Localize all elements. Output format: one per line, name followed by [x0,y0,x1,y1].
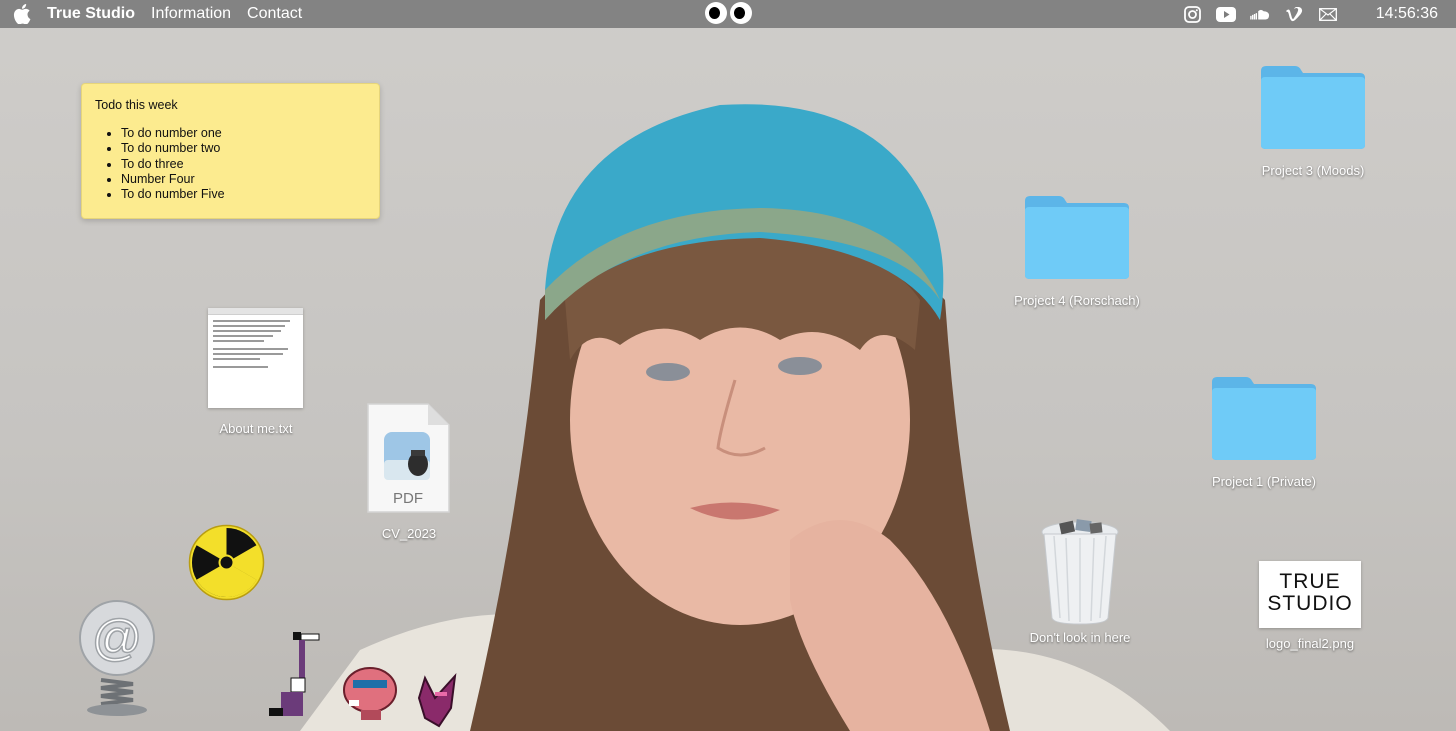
apple-icon[interactable] [13,4,31,24]
vimeo-icon[interactable] [1284,4,1304,24]
about-me-file-icon[interactable] [208,308,303,408]
folder-icon-project-3[interactable] [1259,63,1367,149]
menu-item-information[interactable]: Information [151,4,231,24]
todo-item: To do number Five [121,187,366,202]
logo-file-icon[interactable]: TRUE STUDIO [1259,561,1361,628]
radioactive-icon[interactable] [188,524,265,601]
todo-item: To do three [121,157,366,172]
soundcloud-icon[interactable] [1250,4,1270,24]
todo-item: Number Four [121,172,366,187]
logo-label[interactable]: logo_final2.png [1266,636,1354,651]
youtube-icon[interactable] [1216,4,1236,24]
menu-bar: True Studio Information Contact 14:56:36 [0,0,1456,28]
menu-app-name[interactable]: True Studio [47,4,135,24]
svg-text:@: @ [92,610,143,666]
todo-item: To do number two [121,141,366,156]
menu-clock: 14:56:36 [1375,5,1438,22]
instagram-icon[interactable] [1182,4,1202,24]
mail-spring-icon[interactable]: @ [76,600,158,718]
todo-item: To do number one [121,126,366,141]
cv-label[interactable]: CV_2023 [382,526,436,541]
menu-item-contact[interactable]: Contact [247,4,302,24]
pdf-file-icon[interactable]: PDF [366,402,451,514]
left-eye-icon [705,2,727,24]
googly-eyes-icon [705,2,752,24]
sticky-title: Todo this week [95,98,178,112]
folder-icon-project-1[interactable] [1210,374,1318,460]
pixel-creatures-icon[interactable] [265,628,475,731]
project-3-label[interactable]: Project 3 (Moods) [1262,163,1365,178]
logo-text-line-2: STUDIO [1267,592,1353,615]
project-1-label[interactable]: Project 1 (Private) [1212,474,1316,489]
trash-icon[interactable] [1040,518,1120,626]
about-me-label[interactable]: About me.txt [220,421,293,436]
right-eye-icon [730,2,752,24]
project-4-label[interactable]: Project 4 (Rorschach) [1014,293,1140,308]
pdf-badge: PDF [393,490,423,507]
mail-icon[interactable] [1318,4,1338,24]
todo-list: To do number one To do number two To do … [95,126,366,202]
logo-text-line-1: TRUE [1279,570,1341,593]
folder-icon-project-4[interactable] [1023,193,1131,279]
trash-label[interactable]: Don't look in here [1030,630,1131,645]
sticky-note[interactable]: Todo this week To do number one To do nu… [81,83,380,219]
